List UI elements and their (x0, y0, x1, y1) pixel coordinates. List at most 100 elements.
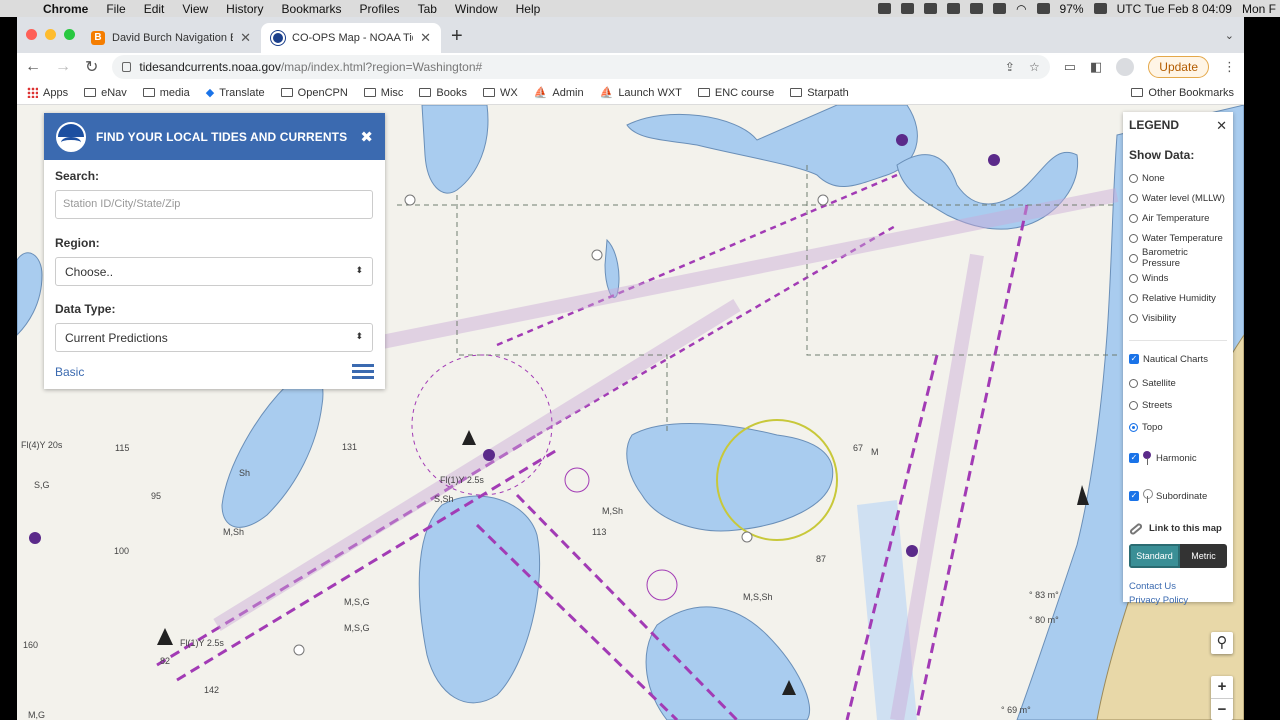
checkbox-checked-icon[interactable]: ✓ (1129, 354, 1139, 364)
bookmark-admin[interactable]: ⛵ Admin (534, 86, 584, 100)
radio-icon[interactable] (1129, 213, 1138, 223)
menu-window[interactable]: Window (446, 2, 507, 16)
clock[interactable]: UTC Tue Feb 8 04:09 (1117, 2, 1232, 16)
radio-icon[interactable] (1129, 378, 1138, 388)
close-icon[interactable]: ✖ (360, 128, 373, 146)
menu-bookmarks[interactable]: Bookmarks (273, 2, 351, 16)
standard-units-button[interactable]: Standard (1129, 544, 1180, 568)
bookmark-other[interactable]: Other Bookmarks (1131, 87, 1234, 99)
bookmark-misc[interactable]: Misc (363, 87, 403, 99)
status-app-icon[interactable] (993, 3, 1007, 14)
status-app-icon[interactable] (970, 3, 984, 14)
metric-units-button[interactable]: Metric (1180, 544, 1227, 568)
bookmark-media[interactable]: media (142, 87, 190, 99)
checkbox-checked-icon[interactable]: ✓ (1129, 491, 1139, 501)
status-app-icon[interactable] (901, 3, 915, 14)
tab-blog[interactable]: B David Burch Navigation Blog: N ✕ (81, 23, 261, 53)
clock-secondary[interactable]: Mon F (1242, 2, 1276, 16)
basic-link[interactable]: Basic (55, 365, 84, 379)
menu-view[interactable]: View (173, 2, 217, 16)
radio-icon[interactable] (1129, 293, 1138, 303)
wifi-icon[interactable]: ◠ (1016, 2, 1026, 16)
nautical-map[interactable]: Fl(4)Y 20s 115 Sh S,G 95 100 M,Sh Fl(1)Y… (17, 105, 1244, 720)
update-button[interactable]: Update (1148, 56, 1209, 78)
status-app-icon[interactable] (947, 3, 961, 14)
zoom-in-button[interactable]: + (1211, 676, 1233, 698)
new-tab-button[interactable]: + (441, 25, 473, 53)
bookmark-star-icon[interactable]: ☆ (1029, 60, 1040, 74)
radio-icon[interactable] (1129, 253, 1138, 263)
radio-selected-icon[interactable] (1129, 422, 1138, 432)
checkbox-nautical-charts[interactable]: ✓ Nautical Charts (1129, 349, 1227, 369)
close-tab-icon[interactable]: ✕ (420, 30, 431, 46)
back-button[interactable]: ← (25, 58, 41, 76)
data-type-select[interactable]: Current Predictions ⬍ (55, 323, 373, 352)
share-icon[interactable]: ⇪ (1005, 60, 1015, 74)
radio-water-temperature[interactable]: Water Temperature (1129, 228, 1227, 248)
privacy-policy-link[interactable]: Privacy Policy (1129, 594, 1227, 608)
radio-icon[interactable] (1129, 173, 1138, 183)
checkbox-harmonic[interactable]: ✓ Harmonic (1129, 445, 1227, 471)
menu-app-name[interactable]: Chrome (34, 2, 97, 16)
location-pin-button[interactable]: ⚲ (1211, 632, 1233, 654)
bookmark-enav[interactable]: eNav (84, 87, 127, 99)
zoom-out-button[interactable]: − (1211, 698, 1233, 720)
list-menu-icon[interactable] (352, 364, 374, 379)
radio-relative-humidity[interactable]: Relative Humidity (1129, 288, 1227, 308)
radio-icon[interactable] (1129, 193, 1138, 203)
bookmark-translate[interactable]: ◆ Translate (206, 86, 265, 100)
bookmark-launch-wxt[interactable]: ⛵ Launch WXT (600, 86, 682, 100)
contact-us-link[interactable]: Contact Us (1129, 580, 1227, 594)
bookmark-opencpn[interactable]: OpenCPN (280, 87, 348, 99)
bookmark-books[interactable]: Books (419, 87, 467, 99)
more-menu-icon[interactable]: ⋮ (1223, 59, 1236, 75)
checkbox-checked-icon[interactable]: ✓ (1129, 453, 1139, 463)
radio-water-level[interactable]: Water level (MLLW) (1129, 188, 1227, 208)
menu-edit[interactable]: Edit (135, 2, 174, 16)
radio-satellite[interactable]: Satellite (1129, 373, 1227, 393)
status-app-icon[interactable] (1093, 3, 1107, 14)
side-panel-icon[interactable]: ◧ (1090, 59, 1102, 75)
radio-topo[interactable]: Topo (1129, 417, 1227, 437)
link-to-map[interactable]: Link to this map (1128, 521, 1227, 536)
checkbox-subordinate[interactable]: ✓ Subordinate (1129, 483, 1227, 509)
menu-history[interactable]: History (217, 2, 272, 16)
radio-icon[interactable] (1129, 313, 1138, 323)
bookmark-starpath[interactable]: Starpath (790, 87, 849, 99)
menu-help[interactable]: Help (507, 2, 550, 16)
forward-button[interactable]: → (55, 58, 71, 76)
menu-tab[interactable]: Tab (409, 2, 446, 16)
minimize-window-button[interactable] (45, 29, 56, 40)
reload-button[interactable]: ↻ (85, 57, 98, 77)
radio-icon[interactable] (1129, 273, 1138, 283)
region-select[interactable]: Choose.. ⬍ (55, 257, 373, 286)
close-icon[interactable]: ✕ (1216, 118, 1227, 134)
bookmark-apps[interactable]: Apps (27, 87, 68, 99)
lock-icon[interactable] (122, 62, 132, 72)
menu-file[interactable]: File (97, 2, 134, 16)
bookmark-wx[interactable]: WX (482, 87, 518, 99)
station-search-input[interactable]: Station ID/City/State/Zip (55, 190, 373, 219)
radio-visibility[interactable]: Visibility (1129, 308, 1227, 328)
radio-streets[interactable]: Streets (1129, 395, 1227, 415)
battery-icon[interactable] (1036, 3, 1050, 14)
menu-profiles[interactable]: Profiles (351, 2, 409, 16)
status-app-icon[interactable] (878, 3, 892, 14)
chart-depth-label: 67 (853, 443, 864, 453)
radio-barometric-pressure[interactable]: Barometric Pressure (1129, 247, 1227, 269)
profile-avatar[interactable] (1116, 58, 1135, 76)
radio-icon[interactable] (1129, 400, 1138, 410)
status-app-icon[interactable] (924, 3, 938, 14)
bookmark-enc-course[interactable]: ENC course (697, 87, 774, 99)
tab-search-chevron-icon[interactable]: ⌄ (1225, 29, 1234, 42)
address-bar[interactable]: tidesandcurrents.noaa.gov/map/index.html… (112, 55, 1050, 79)
radio-icon[interactable] (1129, 233, 1138, 243)
zoom-window-button[interactable] (64, 29, 75, 40)
close-window-button[interactable] (26, 29, 37, 40)
tab-noaa-map[interactable]: CO-OPS Map - NOAA Tides & C ✕ (261, 23, 441, 53)
radio-air-temperature[interactable]: Air Temperature (1129, 208, 1227, 228)
radio-winds[interactable]: Winds (1129, 268, 1227, 288)
close-tab-icon[interactable]: ✕ (240, 30, 251, 46)
radio-none[interactable]: None (1129, 168, 1227, 188)
cast-icon[interactable]: ▭ (1064, 59, 1076, 75)
